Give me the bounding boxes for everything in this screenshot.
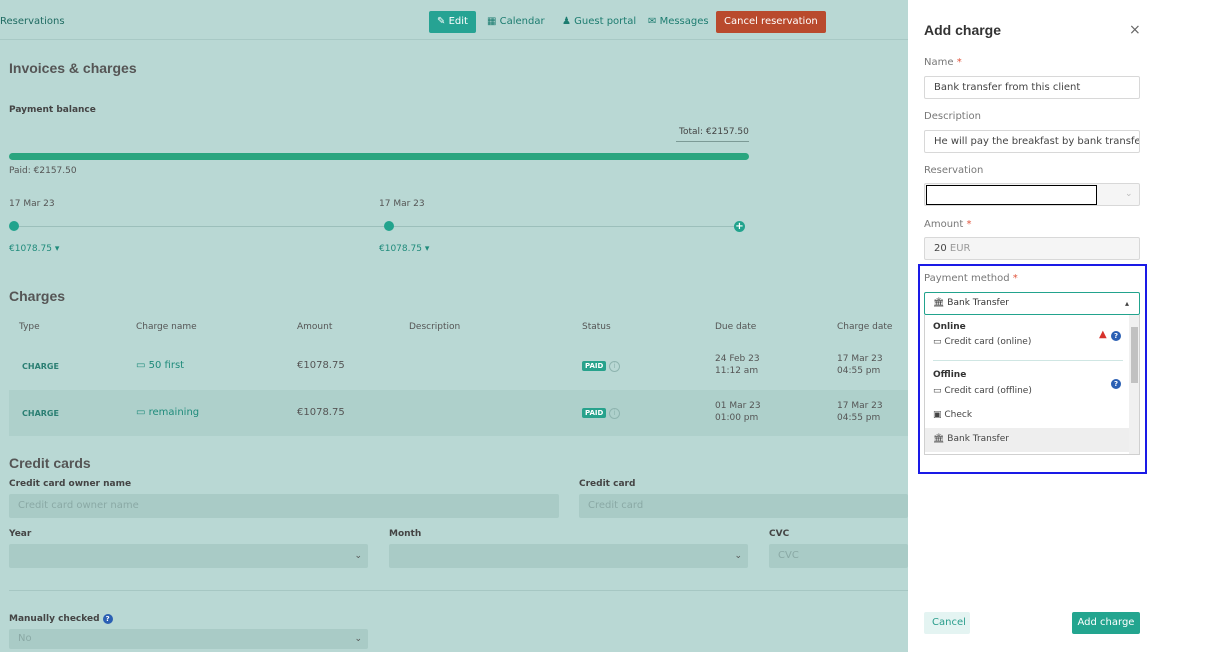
charge-date: 17 Mar 23	[837, 354, 883, 364]
calendar-button[interactable]: ▦ Calendar	[479, 11, 553, 33]
cvc-label: CVC	[769, 529, 790, 539]
timeline-date-2: 17 Mar 23	[379, 199, 425, 209]
status-badge: PAID	[582, 361, 607, 371]
charges-title: Charges	[9, 288, 66, 304]
close-icon[interactable]: ×	[1129, 22, 1141, 38]
reservation-label: Reservation	[924, 165, 984, 176]
charge-name-link[interactable]: ▭ remaining	[136, 407, 199, 418]
timeline-amount-2[interactable]: €1078.75 ▾	[379, 244, 429, 254]
chevron-down-icon: ⌄	[354, 551, 362, 561]
envelope-icon: ✉	[648, 16, 660, 27]
due-time: 11:12 am	[715, 366, 759, 376]
timeline-dot-1[interactable]	[9, 221, 19, 231]
col-due-date: Due date	[715, 322, 757, 332]
cancel-button[interactable]: Cancel	[924, 612, 970, 634]
col-charge-name: Charge name	[136, 322, 197, 332]
user-icon: ♟	[562, 16, 575, 27]
manually-checked-label: Manually checked ?	[9, 614, 113, 624]
cvc-input[interactable]: CVC	[769, 544, 908, 568]
credit-cards-title: Credit cards	[9, 455, 91, 471]
add-payment-plus-icon[interactable]: +	[734, 221, 745, 232]
top-bar: Reservations ✎ Edit ▦ Calendar ♟ Guest p…	[0, 0, 908, 40]
col-type: Type	[19, 322, 40, 332]
month-label: Month	[389, 529, 422, 539]
messages-button[interactable]: ✉ Messages	[640, 11, 717, 33]
due-time: 01:00 pm	[715, 413, 759, 423]
total-amount: Total: €2157.50	[679, 127, 749, 137]
info-icon[interactable]: i	[609, 361, 620, 372]
type-chip: CHARGE	[22, 362, 59, 371]
add-charge-button[interactable]: Add charge	[1072, 612, 1140, 634]
status-badge: PAID	[582, 408, 607, 418]
table-row: CHARGE ▭ 50 first €1078.75 PAID i 24 Feb…	[9, 343, 908, 389]
charge-time: 04:55 pm	[837, 366, 881, 376]
payment-method-highlight	[918, 264, 1147, 474]
charge-time: 04:55 pm	[837, 413, 881, 423]
col-charge-date: Charge date	[837, 322, 893, 332]
timeline-dot-2[interactable]	[384, 221, 394, 231]
description-label: Description	[924, 111, 981, 122]
caret-down-icon: ▾	[54, 244, 60, 254]
col-status: Status	[582, 322, 611, 332]
year-select[interactable]: ⌄	[9, 544, 368, 568]
chevron-down-icon: ⌄	[1125, 189, 1133, 199]
timeline-amount-1[interactable]: €1078.75 ▾	[9, 244, 59, 254]
edit-icon: ✎	[437, 16, 449, 27]
info-icon[interactable]: i	[609, 408, 620, 419]
paid-amount: Paid: €2157.50	[9, 166, 77, 176]
amount-input[interactable]: 20 EUR	[924, 237, 1140, 260]
credit-card-label: Credit card	[579, 479, 636, 489]
caret-down-icon: ▾	[424, 244, 430, 254]
cancel-reservation-button[interactable]: Cancel reservation	[716, 11, 826, 33]
total-underline	[676, 141, 749, 142]
breadcrumb-reservations[interactable]: Reservations	[0, 16, 65, 27]
credit-card-input[interactable]: Credit card	[579, 494, 908, 518]
name-input[interactable]: Bank transfer from this client	[924, 76, 1140, 99]
amount-cell: €1078.75	[297, 407, 345, 418]
guest-portal-button[interactable]: ♟ Guest portal	[554, 11, 644, 33]
due-date: 01 Mar 23	[715, 401, 761, 411]
payment-balance-label: Payment balance	[9, 105, 96, 115]
year-label: Year	[9, 529, 32, 539]
chevron-down-icon: ⌄	[734, 551, 742, 561]
add-charge-panel: Add charge × Name * Bank transfer from t…	[908, 0, 1229, 652]
name-label: Name *	[924, 57, 962, 68]
timeline-line	[13, 226, 739, 227]
help-icon: ?	[102, 614, 113, 624]
table-row: CHARGE ▭ remaining €1078.75 PAID i 01 Ma…	[9, 390, 908, 436]
charge-name-link[interactable]: ▭ 50 first	[136, 360, 184, 371]
charge-date: 17 Mar 23	[837, 401, 883, 411]
redacted-box	[926, 185, 1097, 205]
chevron-down-icon: ⌄	[354, 634, 362, 644]
timeline-date-1: 17 Mar 23	[9, 199, 55, 209]
due-date: 24 Feb 23	[715, 354, 760, 364]
type-chip: CHARGE	[22, 409, 59, 418]
payment-progress-bar	[9, 153, 749, 160]
invoices-title: Invoices & charges	[9, 60, 137, 76]
amount-label: Amount *	[924, 219, 972, 230]
col-amount: Amount	[297, 322, 333, 332]
owner-name-input[interactable]: Credit card owner name	[9, 494, 559, 518]
divider	[9, 590, 908, 591]
panel-title: Add charge	[924, 22, 1002, 38]
amount-cell: €1078.75	[297, 360, 345, 371]
calendar-icon: ▦	[487, 16, 500, 27]
card-icon: ▭	[136, 407, 149, 418]
manually-checked-select[interactable]: No ⌄	[9, 629, 368, 649]
edit-button[interactable]: ✎ Edit	[429, 11, 476, 33]
reservation-page: Reservations ✎ Edit ▦ Calendar ♟ Guest p…	[0, 0, 908, 652]
description-textarea[interactable]: He will pay the breakfast by bank transf…	[924, 130, 1140, 153]
owner-name-label: Credit card owner name	[9, 479, 132, 489]
col-description: Description	[409, 322, 461, 332]
month-select[interactable]: ⌄	[389, 544, 748, 568]
card-icon: ▭	[136, 360, 149, 371]
